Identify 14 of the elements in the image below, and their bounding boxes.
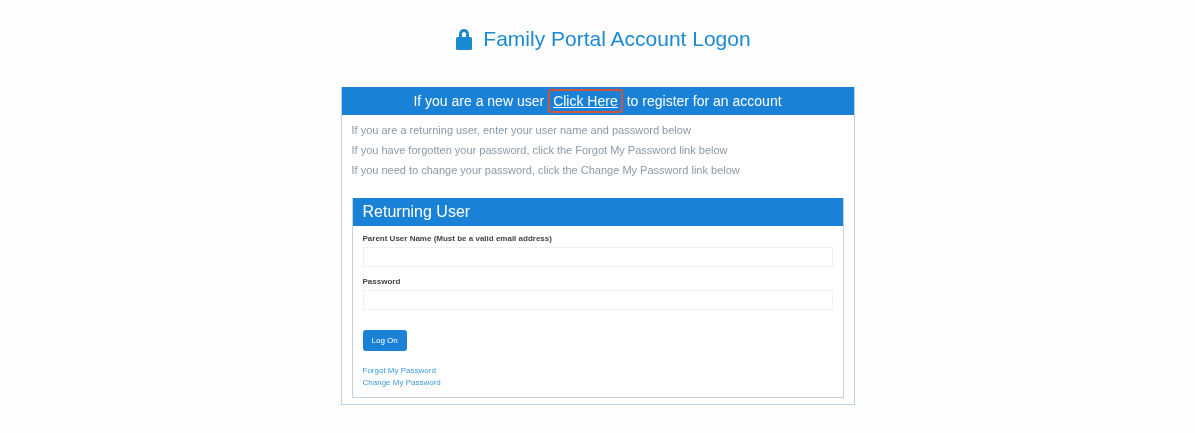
instruction-text: If you need to change your password, click the Change My Password link below xyxy=(351,163,741,178)
panel-header: Returning User xyxy=(352,198,843,226)
instruction-text: If you are a returning user, enter your user name and password below xyxy=(351,123,692,138)
page-title: Family Portal Account Logon xyxy=(483,27,751,51)
field-label: Password xyxy=(362,277,402,286)
register-link[interactable]: Click Here xyxy=(548,89,623,113)
password-link[interactable]: Forgot My Password xyxy=(362,365,436,377)
banner-text: If you are a new user xyxy=(413,93,545,109)
password-link[interactable]: Change My Password xyxy=(362,377,441,389)
field-label: Parent User Name (Must be a valid email address) xyxy=(362,234,553,243)
banner-text: to register for an account xyxy=(626,93,782,109)
log-on-button[interactable]: Log On xyxy=(362,330,407,351)
lock-icon xyxy=(454,28,475,50)
instruction-text: If you have forgotten your password, click the Forgot My Password link below xyxy=(351,143,729,158)
